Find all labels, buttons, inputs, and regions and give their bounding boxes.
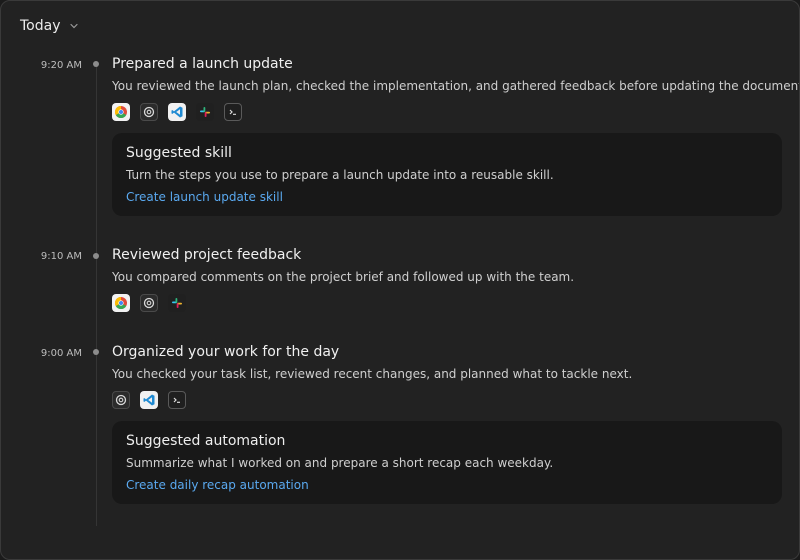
vscode-icon[interactable] [140, 391, 158, 409]
day-label: Today [20, 18, 61, 34]
create-skill-link[interactable]: Create launch update skill [126, 190, 283, 204]
card-title: Suggested automation [126, 433, 286, 449]
app-icons [112, 294, 186, 312]
app-icons [112, 103, 242, 121]
entry-time: 9:20 AM [40, 60, 82, 71]
openai-icon[interactable] [112, 391, 130, 409]
entry-time: 9:00 AM [40, 348, 82, 359]
entry-time: 9:10 AM [40, 251, 82, 262]
slack-icon[interactable] [168, 294, 186, 312]
terminal-icon[interactable] [168, 391, 186, 409]
timeline-dot [93, 253, 99, 259]
chevron-down-icon [69, 23, 78, 29]
openai-icon[interactable] [140, 103, 158, 121]
chrome-icon[interactable] [112, 103, 130, 121]
entry-title: Reviewed project feedback [112, 247, 302, 263]
timeline-line [96, 61, 97, 526]
chrome-icon[interactable] [112, 294, 130, 312]
day-selector[interactable]: Today [20, 15, 79, 37]
suggestion-card: Suggested skill Turn the steps you use t… [112, 133, 782, 216]
entry-description: You checked your task list, reviewed rec… [112, 367, 633, 381]
openai-icon[interactable] [140, 294, 158, 312]
entry-title: Organized your work for the day [112, 344, 340, 360]
card-description: Summarize what I worked on and prepare a… [126, 456, 554, 470]
entry-description: You reviewed the launch plan, checked th… [112, 79, 800, 93]
timeline-dot [93, 349, 99, 355]
card-title: Suggested skill [126, 145, 232, 161]
terminal-icon[interactable] [224, 103, 242, 121]
entry-title: Prepared a launch update [112, 56, 293, 72]
create-automation-link[interactable]: Create daily recap automation [126, 478, 309, 492]
activity-window: Today 9:20 AM Prepared a launch update Y… [0, 0, 800, 560]
suggestion-card: Suggested automation Summarize what I wo… [112, 421, 782, 504]
timeline-dot [93, 61, 99, 67]
vscode-icon[interactable] [168, 103, 186, 121]
slack-icon[interactable] [196, 103, 214, 121]
entry-description: You compared comments on the project bri… [112, 270, 575, 284]
app-icons [112, 391, 186, 409]
card-description: Turn the steps you use to prepare a laun… [126, 168, 554, 182]
